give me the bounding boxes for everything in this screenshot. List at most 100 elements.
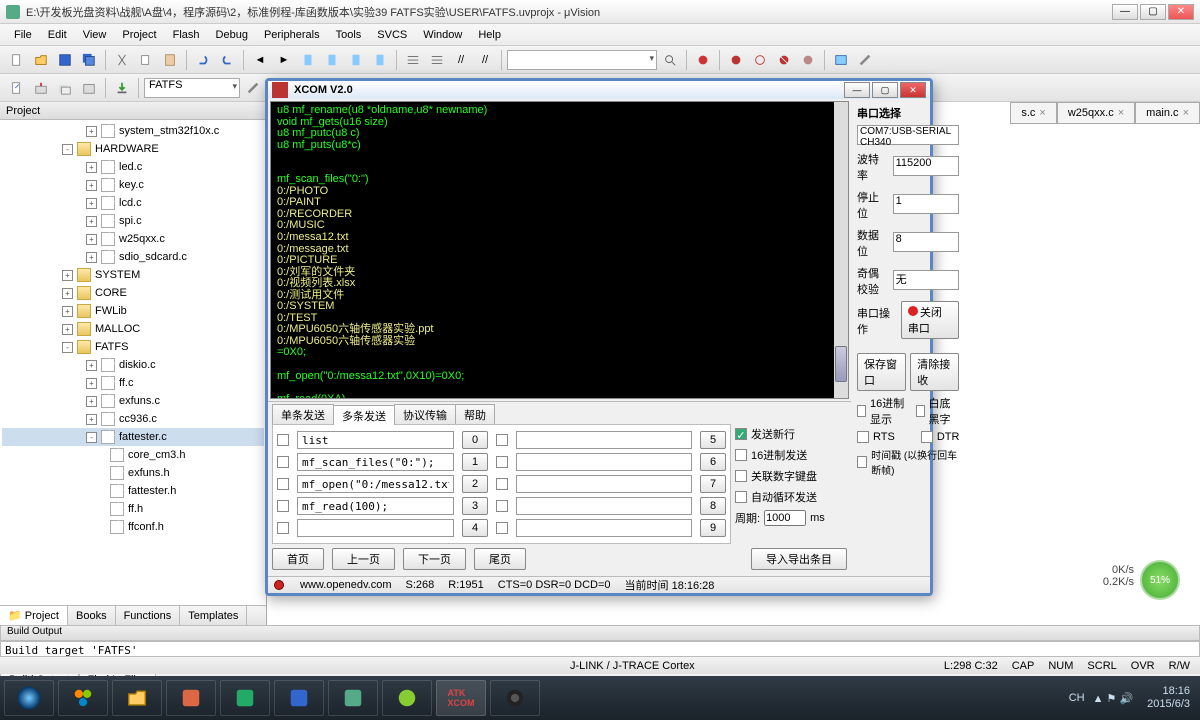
opt-loop[interactable]: 自动循环发送 [751, 489, 817, 505]
task-word[interactable] [274, 680, 324, 716]
comment-icon[interactable]: // [450, 49, 472, 71]
row-check-2[interactable] [496, 522, 508, 534]
clear-recv-button[interactable]: 清除接收 [910, 353, 959, 391]
redo-icon[interactable] [216, 49, 238, 71]
minimize-button[interactable]: — [1112, 4, 1138, 20]
nav-import-export[interactable]: 导入导出条目 [751, 548, 847, 570]
send-num-button-2[interactable]: 8 [700, 497, 726, 515]
send-num-button[interactable]: 2 [462, 475, 488, 493]
tree-node[interactable]: core_cm3.h [2, 446, 264, 464]
editor-tab[interactable]: w25qxx.c× [1057, 102, 1135, 124]
xcom-terminal[interactable]: u8 mf_rename(u8 *oldname,u8* newname)voi… [270, 101, 849, 399]
project-tree[interactable]: +system_stm32f10x.c-HARDWARE+led.c+key.c… [0, 120, 266, 605]
opt-dtr[interactable]: DTR [937, 431, 960, 443]
send-tab-1[interactable]: 多条发送 [333, 405, 395, 425]
send-num-button[interactable]: 0 [462, 431, 488, 449]
task-app-1[interactable] [58, 680, 108, 716]
parity-select[interactable]: 无 [893, 270, 960, 290]
tree-node[interactable]: +lcd.c [2, 194, 264, 212]
send-input[interactable] [297, 519, 454, 537]
bookmark-icon[interactable] [297, 49, 319, 71]
nav-next[interactable]: 下一页 [403, 548, 466, 570]
row-check-2[interactable] [496, 456, 508, 468]
send-num-button[interactable]: 1 [462, 453, 488, 471]
copy-icon[interactable] [135, 49, 157, 71]
tree-node[interactable]: ff.h [2, 500, 264, 518]
editor-tab[interactable]: main.c× [1135, 102, 1200, 124]
tree-node[interactable]: exfuns.h [2, 464, 264, 482]
menu-flash[interactable]: Flash [165, 29, 208, 41]
row-check-2[interactable] [496, 434, 508, 446]
save-window-button[interactable]: 保存窗口 [857, 353, 906, 391]
breakpoint-icon[interactable] [725, 49, 747, 71]
tree-node[interactable]: +key.c [2, 176, 264, 194]
terminal-scrollbar[interactable] [834, 102, 848, 398]
baud-select[interactable]: 115200 [893, 156, 960, 176]
nav-last[interactable]: 尾页 [474, 548, 526, 570]
tree-node[interactable]: -fattester.c [2, 428, 264, 446]
opt-keypad[interactable]: 关联数字键盘 [751, 468, 817, 484]
tree-node[interactable]: +spi.c [2, 212, 264, 230]
undo-icon[interactable] [192, 49, 214, 71]
send-num-button-2[interactable]: 6 [700, 453, 726, 471]
configure-icon[interactable] [854, 49, 876, 71]
find-combo[interactable] [507, 50, 657, 70]
menu-svcs[interactable]: SVCS [369, 29, 415, 41]
row-check-2[interactable] [496, 500, 508, 512]
tree-node[interactable]: -FATFS [2, 338, 264, 356]
tree-node[interactable]: +CORE [2, 284, 264, 302]
databits-select[interactable]: 8 [893, 232, 960, 252]
tree-node[interactable]: +MALLOC [2, 320, 264, 338]
menu-view[interactable]: View [75, 29, 115, 41]
menu-debug[interactable]: Debug [208, 29, 256, 41]
editor-tab[interactable]: s.c× [1010, 102, 1057, 124]
menu-edit[interactable]: Edit [40, 29, 75, 41]
breakpoint-kill-icon[interactable] [773, 49, 795, 71]
batch-build-icon[interactable] [78, 77, 100, 99]
task-excel[interactable] [220, 680, 270, 716]
tree-node[interactable]: +FWLib [2, 302, 264, 320]
xcom-titlebar[interactable]: XCOM V2.0 — ▢ ✕ [268, 81, 930, 99]
task-browser[interactable] [382, 680, 432, 716]
row-check[interactable] [277, 500, 289, 512]
breakpoint-disable-icon[interactable] [749, 49, 771, 71]
tray-clock[interactable]: 18:162015/6/3 [1141, 685, 1196, 711]
send-input[interactable] [297, 475, 454, 493]
menu-tools[interactable]: Tools [328, 29, 370, 41]
send-input-2[interactable] [516, 519, 692, 537]
send-input-2[interactable] [516, 475, 692, 493]
tree-node[interactable]: +sdio_sdcard.c [2, 248, 264, 266]
period-input[interactable] [764, 510, 806, 526]
xcom-close-button[interactable]: ✕ [900, 82, 926, 98]
send-num-button[interactable]: 4 [462, 519, 488, 537]
task-xcom[interactable]: ATKXCOM [436, 680, 486, 716]
port-toggle-button[interactable]: 关闭串口 [901, 301, 960, 339]
tray-icons[interactable]: ▲ ⚑ 🔊 [1093, 692, 1134, 705]
window-icon[interactable] [830, 49, 852, 71]
send-input-2[interactable] [516, 497, 692, 515]
row-check[interactable] [277, 434, 289, 446]
task-camera[interactable] [490, 680, 540, 716]
maximize-button[interactable]: ▢ [1140, 4, 1166, 20]
task-powerpoint[interactable] [166, 680, 216, 716]
translate-icon[interactable] [6, 77, 28, 99]
new-file-icon[interactable] [6, 49, 28, 71]
bookmark-clear-icon[interactable] [369, 49, 391, 71]
nav-prev[interactable]: 上一页 [332, 548, 395, 570]
send-input-2[interactable] [516, 431, 692, 449]
send-tab-3[interactable]: 帮助 [455, 404, 495, 424]
start-button[interactable] [4, 680, 54, 716]
task-uvision[interactable] [328, 680, 378, 716]
accelerator-badge[interactable]: 51% [1140, 560, 1180, 600]
bookmark-next-icon[interactable] [345, 49, 367, 71]
outdent-icon[interactable] [426, 49, 448, 71]
tree-node[interactable]: +led.c [2, 158, 264, 176]
tree-node[interactable]: +cc936.c [2, 410, 264, 428]
paste-icon[interactable] [159, 49, 181, 71]
stopbits-select[interactable]: 1 [893, 194, 960, 214]
menu-project[interactable]: Project [114, 29, 164, 41]
debug-icon[interactable] [692, 49, 714, 71]
project-tab-project[interactable]: 📁 Project [0, 606, 68, 625]
nav-fwd-icon[interactable]: ► [273, 49, 295, 71]
target-options-icon[interactable] [242, 77, 264, 99]
